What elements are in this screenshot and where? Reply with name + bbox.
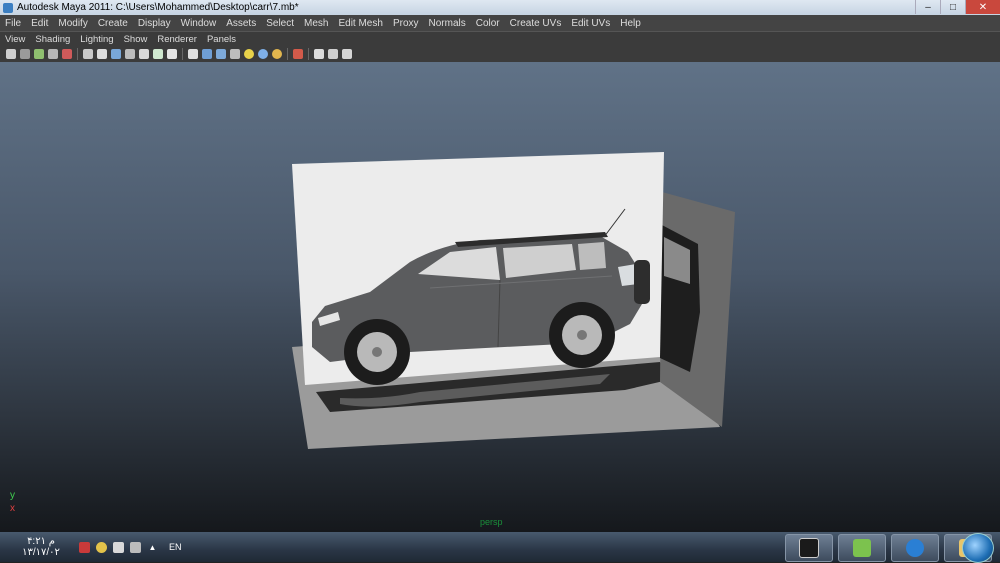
menu-help[interactable]: Help [615,18,646,29]
all-lights-icon[interactable] [258,49,268,59]
language-indicator[interactable]: EN [169,542,182,552]
scene-render [292,152,735,449]
lighting-icon[interactable] [125,49,135,59]
cube-shaded-icon[interactable] [202,49,212,59]
axis-x-label: x [10,503,15,514]
taskbar-maya[interactable] [785,534,833,562]
minimize-button[interactable]: – [915,0,940,14]
main-menubar: File Edit Modify Create Display Window A… [0,15,1000,31]
network-error-icon[interactable] [79,541,90,553]
share-icon[interactable] [342,49,352,59]
clock-time: ۴:۲۱ م [27,536,55,547]
panel-menu-lighting[interactable]: Lighting [75,34,118,45]
cube-textured-icon[interactable] [216,49,226,59]
image-plane-icon[interactable] [48,49,58,59]
bookmark-icon[interactable] [34,49,44,59]
menu-window[interactable]: Window [176,18,222,29]
panel-menu-shading[interactable]: Shading [30,34,75,45]
taskbar-apps [780,534,992,562]
windows-start-icon[interactable] [962,533,994,563]
action-center-icon[interactable] [96,541,107,553]
panel-menu-renderer[interactable]: Renderer [152,34,202,45]
camera-label: persp [480,517,503,527]
menu-edit-uvs[interactable]: Edit UVs [566,18,615,29]
checker-icon[interactable] [230,49,240,59]
shadows-icon[interactable] [139,49,149,59]
menu-edit[interactable]: Edit [26,18,53,29]
view-axis-indicator: y x [10,490,15,514]
menu-create-uvs[interactable]: Create UVs [505,18,567,29]
cube-wire-icon[interactable] [188,49,198,59]
maya-icon [799,538,819,558]
taskbar-paint[interactable] [838,534,886,562]
panel-toolbar [0,46,1000,63]
window-title: Autodesk Maya 2011: C:\Users\Mohammed\De… [17,2,299,13]
clock-date: ۱۳/۱۷/۰۲ [22,547,60,558]
menu-mesh[interactable]: Mesh [299,18,333,29]
xray-icon[interactable] [153,49,163,59]
camera-select-icon[interactable] [6,49,16,59]
menu-create[interactable]: Create [93,18,133,29]
menu-proxy[interactable]: Proxy [388,18,424,29]
selected-lights-icon[interactable] [272,49,282,59]
grid-toggle-icon[interactable] [62,49,72,59]
resolution-gate-icon[interactable] [314,49,324,59]
maximize-button[interactable]: □ [940,0,965,14]
axis-y-label: y [10,490,15,501]
menu-normals[interactable]: Normals [424,18,471,29]
system-clock[interactable]: ۴:۲۱ م ۱۳/۱۷/۰۲ [6,536,76,558]
3d-viewport[interactable]: y x persp [0,62,1000,532]
title-bar: Autodesk Maya 2011: C:\Users\Mohammed\De… [0,0,1000,15]
usb-icon[interactable] [130,541,141,553]
menu-select[interactable]: Select [261,18,299,29]
menu-file[interactable]: File [0,18,26,29]
default-light-icon[interactable] [244,49,254,59]
menu-edit-mesh[interactable]: Edit Mesh [333,18,387,29]
taskbar-maxthon[interactable] [891,534,939,562]
smooth-shade-icon[interactable] [97,49,107,59]
panel-menu-view[interactable]: View [0,34,30,45]
wireframe-icon[interactable] [83,49,93,59]
menu-color[interactable]: Color [471,18,505,29]
volume-icon[interactable] [113,541,124,553]
isolate-icon[interactable] [167,49,177,59]
menu-assets[interactable]: Assets [221,18,261,29]
panel-menubar: View Shading Lighting Show Renderer Pane… [0,31,1000,47]
maxthon-icon [906,539,924,557]
system-tray: ▲ [76,541,161,553]
camera-attributes-icon[interactable] [20,49,30,59]
panel-menu-show[interactable]: Show [119,34,153,45]
texture-icon[interactable] [111,49,121,59]
paint-icon [853,539,871,557]
tray-expand-icon[interactable]: ▲ [147,542,158,553]
maya-logo-icon [3,2,13,13]
ui-layout-icon[interactable] [293,49,303,59]
close-button[interactable]: ✕ [965,0,1000,14]
film-gate-icon[interactable] [328,49,338,59]
menu-modify[interactable]: Modify [53,18,92,29]
panel-menu-panels[interactable]: Panels [202,34,241,45]
menu-display[interactable]: Display [133,18,176,29]
